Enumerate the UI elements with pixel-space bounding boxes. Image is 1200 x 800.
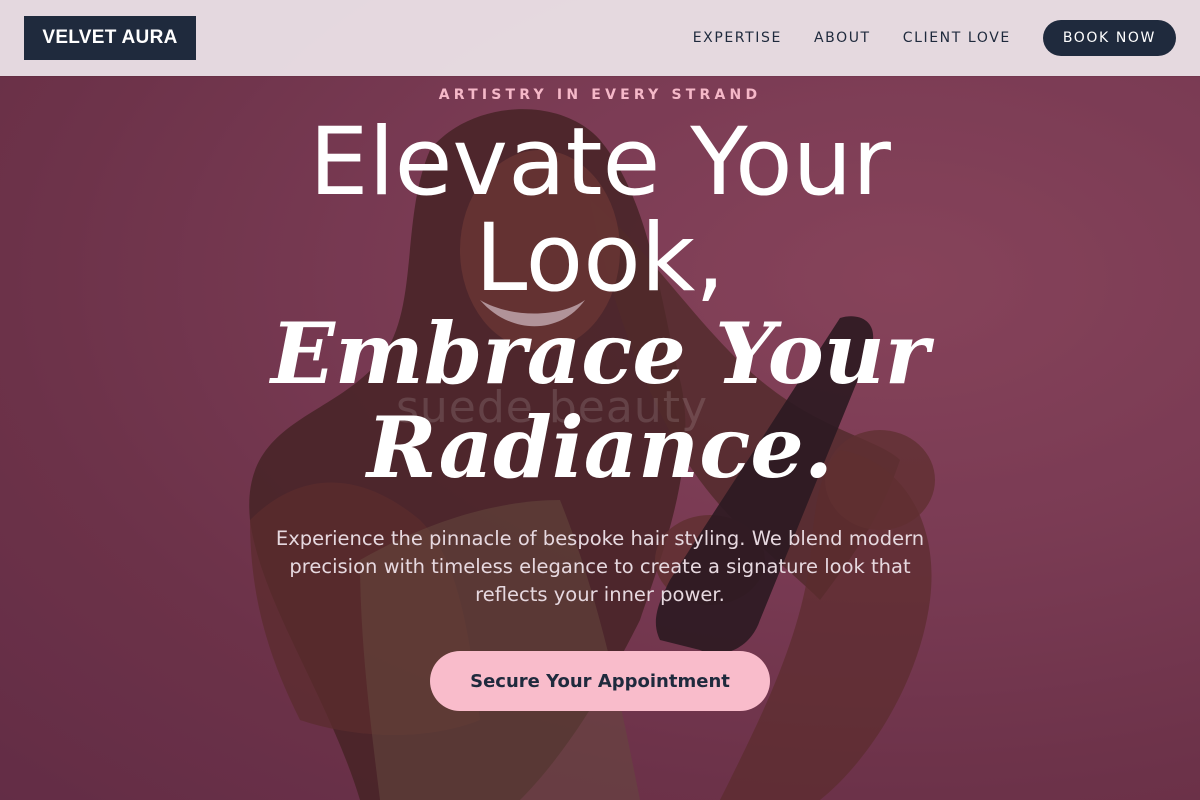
nav-link-about[interactable]: ABOUT — [814, 30, 871, 46]
hero-description: Experience the pinnacle of bespoke hair … — [275, 527, 925, 606]
hero-content: ARTISTRY IN EVERY STRAND Elevate Your Lo… — [0, 76, 1200, 711]
headline-line-2: Look, — [474, 204, 726, 313]
hero-eyebrow: ARTISTRY IN EVERY STRAND — [438, 87, 762, 103]
brand-logo[interactable]: VELVET AURA — [24, 16, 196, 60]
navbar: VELVET AURA EXPERTISE ABOUT CLIENT LOVE … — [0, 0, 1200, 76]
nav-link-client-love[interactable]: CLIENT LOVE — [903, 30, 1011, 46]
hero-subheadline: Embrace Your Radiance. — [0, 307, 1200, 495]
nav-links: EXPERTISE ABOUT CLIENT LOVE BOOK NOW — [693, 20, 1176, 56]
hero-headline: Elevate Your Look, — [0, 115, 1200, 307]
headline-line-1: Elevate Your — [309, 108, 891, 217]
secure-appointment-button[interactable]: Secure Your Appointment — [430, 651, 770, 711]
subheadline-line-1: Embrace Your — [270, 304, 930, 403]
nav-link-expertise[interactable]: EXPERTISE — [693, 30, 782, 46]
book-now-button[interactable]: BOOK NOW — [1042, 20, 1176, 56]
subheadline-line-2: Radiance. — [366, 398, 834, 497]
